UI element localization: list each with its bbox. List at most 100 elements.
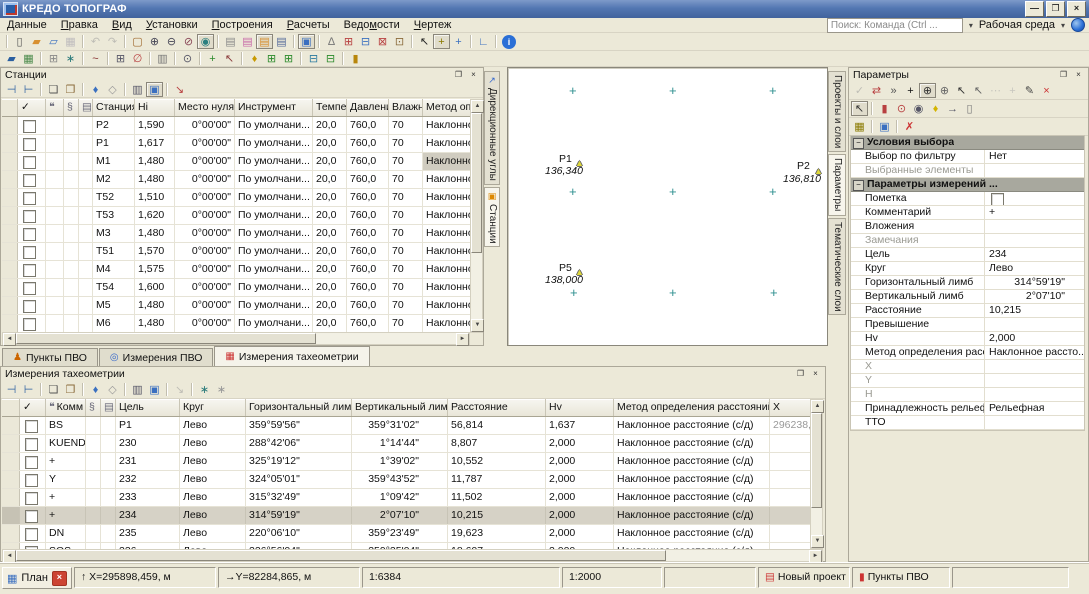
cell[interactable]: 1,480 [135, 225, 175, 242]
cell[interactable]: + [46, 453, 86, 470]
cell[interactable]: 70 [389, 243, 423, 260]
table-row[interactable]: T541,6000°00'00"По умолчани...20,0760,07… [2, 279, 471, 297]
layer-plan-icon[interactable]: ▤ [222, 34, 239, 49]
cell[interactable]: 296238, [770, 417, 810, 434]
layer-sheet-icon[interactable]: ▤ [239, 34, 256, 49]
property-row[interactable]: Пометка [851, 192, 1084, 206]
cell[interactable] [770, 453, 810, 470]
property-value[interactable] [985, 318, 1084, 331]
row-checkbox[interactable] [25, 420, 38, 433]
cell[interactable]: 0°00'00" [175, 207, 235, 224]
row-checkbox[interactable] [25, 510, 38, 523]
menu-edit[interactable]: Правка [54, 18, 105, 32]
cell[interactable]: Наклонное [423, 171, 471, 188]
cell[interactable]: 234 [116, 507, 180, 524]
table-row[interactable]: P11,6170°00'00"По умолчани...20,0760,070… [2, 135, 471, 153]
row-gutter[interactable] [46, 189, 64, 206]
cell[interactable]: Лево [180, 489, 246, 506]
collapse-icon[interactable]: − [853, 138, 864, 149]
add-element-icon[interactable]: + [902, 83, 919, 98]
row-gutter[interactable] [64, 261, 79, 278]
undo-icon[interactable]: ↶ [87, 34, 104, 49]
go-last-icon[interactable]: » [885, 83, 902, 98]
cell[interactable]: 70 [389, 135, 423, 152]
cell[interactable]: M1 [93, 153, 135, 170]
cell[interactable]: 20,0 [313, 117, 347, 134]
cell[interactable]: По умолчани... [235, 279, 313, 296]
project-folder-icon[interactable]: ▰ [3, 51, 20, 66]
cell[interactable]: 2,000 [546, 471, 614, 488]
cell[interactable]: Наклонное [423, 297, 471, 314]
close-panel-icon[interactable]: × [1071, 68, 1086, 82]
cell[interactable]: По умолчани... [235, 117, 313, 134]
cell[interactable]: 2,000 [546, 435, 614, 452]
cell[interactable]: По умолчани... [235, 189, 313, 206]
scroll-thumb[interactable] [16, 550, 666, 561]
cell[interactable]: Лево [180, 453, 246, 470]
import-data-icon[interactable]: ▱ [45, 34, 62, 49]
row-gutter[interactable] [46, 279, 64, 296]
cell[interactable]: 760,0 [347, 207, 389, 224]
cell[interactable]: 1°39'02" [352, 453, 448, 470]
cell[interactable]: По умолчани... [235, 135, 313, 152]
cell[interactable]: 10,215 [448, 507, 546, 524]
delete-element-icon[interactable]: ✗ [901, 119, 918, 134]
table-row[interactable]: T511,5700°00'00"По умолчани...20,0760,07… [2, 243, 471, 261]
tab-measurements-pvo[interactable]: ◎Измерения ПВО [99, 348, 213, 366]
stations-vertical-scrollbar[interactable]: ▲ ▼ [470, 99, 483, 333]
checkbox-cell[interactable] [18, 207, 46, 224]
cell[interactable]: 19,623 [448, 525, 546, 542]
cell[interactable]: 8,807 [448, 435, 546, 452]
float-panel-icon[interactable]: ❐ [793, 367, 808, 381]
cell[interactable]: P1 [93, 135, 135, 152]
scroll-down-icon[interactable]: ▼ [471, 319, 484, 332]
tab-parameters[interactable]: Параметры [828, 154, 846, 215]
cell[interactable]: Наклонное [423, 279, 471, 296]
cell[interactable] [770, 525, 810, 542]
tacheometry-horizontal-scrollbar[interactable]: ◄ ► [2, 549, 823, 562]
property-row[interactable]: Hv2,000 [851, 332, 1084, 346]
row-gutter[interactable] [79, 135, 93, 152]
row-gutter[interactable] [64, 207, 79, 224]
cell[interactable] [770, 471, 810, 488]
select-frame-icon[interactable]: ▢ [129, 34, 146, 49]
project-properties-icon[interactable]: ▦ [20, 51, 37, 66]
cell[interactable]: 70 [389, 117, 423, 134]
cell[interactable]: KUEND [46, 435, 86, 452]
import-measurements-icon[interactable]: ♦ [246, 51, 263, 66]
save-all-icon[interactable]: ▦ [62, 34, 79, 49]
highlight-off-icon[interactable]: ◇ [104, 382, 121, 397]
cell[interactable]: 20,0 [313, 243, 347, 260]
checkbox-cell[interactable] [18, 153, 46, 170]
cell[interactable]: По умолчани... [235, 297, 313, 314]
column-header[interactable]: Влажн [389, 99, 423, 116]
cell[interactable]: M5 [93, 297, 135, 314]
cell[interactable]: 11,502 [448, 489, 546, 506]
cell[interactable]: Наклонное расстояние (с/д) [614, 453, 770, 470]
cell[interactable]: 20,0 [313, 153, 347, 170]
column-header[interactable]: ✓ [20, 399, 46, 416]
column-header[interactable]: ❝Комм [46, 399, 86, 416]
add-point-icon[interactable]: + [204, 51, 221, 66]
cell[interactable]: 288°42'06" [246, 435, 352, 452]
cell[interactable]: + [46, 507, 86, 524]
cell[interactable]: Наклонное расстояние (с/д) [614, 525, 770, 542]
column-header[interactable]: Горизонтальный лимб [246, 399, 352, 416]
tab-thematic-layers[interactable]: Тематические слои [828, 218, 846, 316]
row-gutter[interactable] [46, 117, 64, 134]
cell[interactable]: Наклонное расстояние (с/д) [614, 507, 770, 524]
select-circle-icon[interactable]: ↖ [953, 83, 970, 98]
row-checkbox[interactable] [23, 156, 36, 169]
row-gutter[interactable] [64, 189, 79, 206]
cell[interactable]: T54 [93, 279, 135, 296]
cell[interactable]: 70 [389, 261, 423, 278]
row-gutter[interactable] [46, 315, 64, 332]
row-checkbox[interactable] [23, 282, 36, 295]
row-gutter[interactable] [86, 471, 101, 488]
cell[interactable]: 233 [116, 489, 180, 506]
traverse-tool-icon[interactable]: ~ [87, 51, 104, 66]
apply-icon[interactable]: ✓ [851, 83, 868, 98]
column-header[interactable]: Цель [116, 399, 180, 416]
cell[interactable]: Лево [180, 507, 246, 524]
cell[interactable]: 1,617 [135, 135, 175, 152]
